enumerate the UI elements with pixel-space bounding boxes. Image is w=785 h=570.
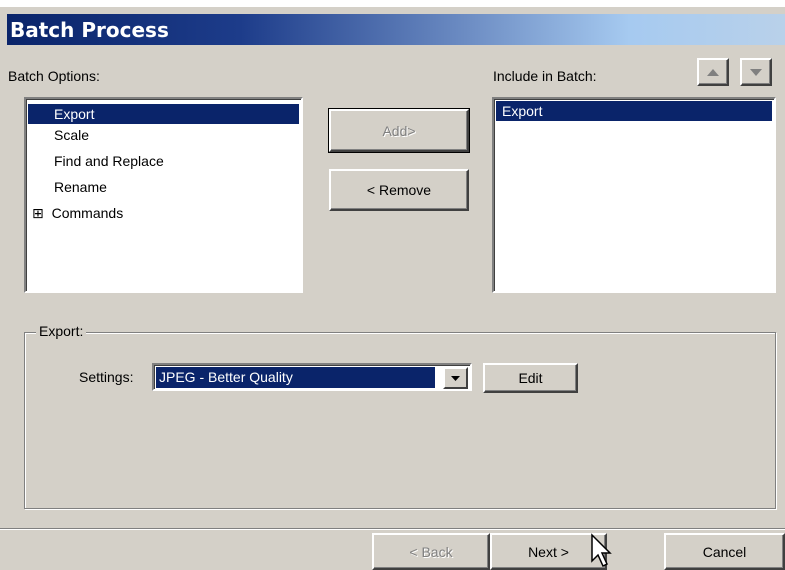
title-bar: Batch Process (7, 14, 785, 45)
batch-option-rename[interactable]: Rename (28, 177, 107, 197)
back-button-label: < Back (409, 543, 453, 560)
top-edge (0, 0, 785, 7)
batch-option-export[interactable]: Export (28, 104, 299, 124)
back-button[interactable]: < Back (372, 533, 490, 570)
arrow-down-icon (750, 69, 762, 76)
include-item-export[interactable]: Export (496, 101, 772, 121)
export-group (24, 332, 776, 509)
settings-dropdown[interactable]: JPEG - Better Quality (152, 363, 472, 391)
batch-option-commands[interactable]: ⊞ Commands (28, 203, 123, 223)
commands-label: Commands (51, 205, 124, 221)
window-title: Batch Process (10, 18, 169, 42)
batch-option-find-replace[interactable]: Find and Replace (28, 151, 164, 171)
include-in-batch-label: Include in Batch: (493, 68, 597, 84)
arrow-up-icon (707, 69, 719, 76)
add-button[interactable]: Add> (328, 108, 470, 153)
include-in-batch-list[interactable]: Export (492, 97, 776, 293)
remove-button-label: < Remove (366, 182, 432, 198)
batch-options-label: Batch Options: (8, 68, 100, 84)
export-group-legend: Export: (36, 323, 87, 339)
batch-option-scale[interactable]: Scale (28, 125, 89, 145)
add-button-label: Add> (382, 122, 416, 139)
settings-label: Settings: (79, 369, 134, 385)
next-button-label: Next > (528, 543, 569, 560)
move-up-button[interactable] (697, 58, 729, 86)
chevron-down-icon (451, 376, 460, 381)
batch-options-list[interactable]: Export Scale Find and Replace Rename ⊞ C… (24, 97, 303, 293)
cancel-button[interactable]: Cancel (664, 533, 785, 570)
edit-button-label: Edit (518, 370, 543, 386)
edit-button[interactable]: Edit (483, 363, 578, 393)
remove-button[interactable]: < Remove (329, 169, 469, 211)
cancel-button-label: Cancel (702, 543, 747, 560)
expand-icon[interactable]: ⊞ (32, 205, 44, 221)
dropdown-button[interactable] (443, 367, 468, 389)
settings-value: JPEG - Better Quality (156, 367, 435, 388)
move-down-button[interactable] (740, 58, 772, 86)
bottom-separator (0, 528, 785, 530)
mouse-cursor-icon (591, 533, 612, 568)
